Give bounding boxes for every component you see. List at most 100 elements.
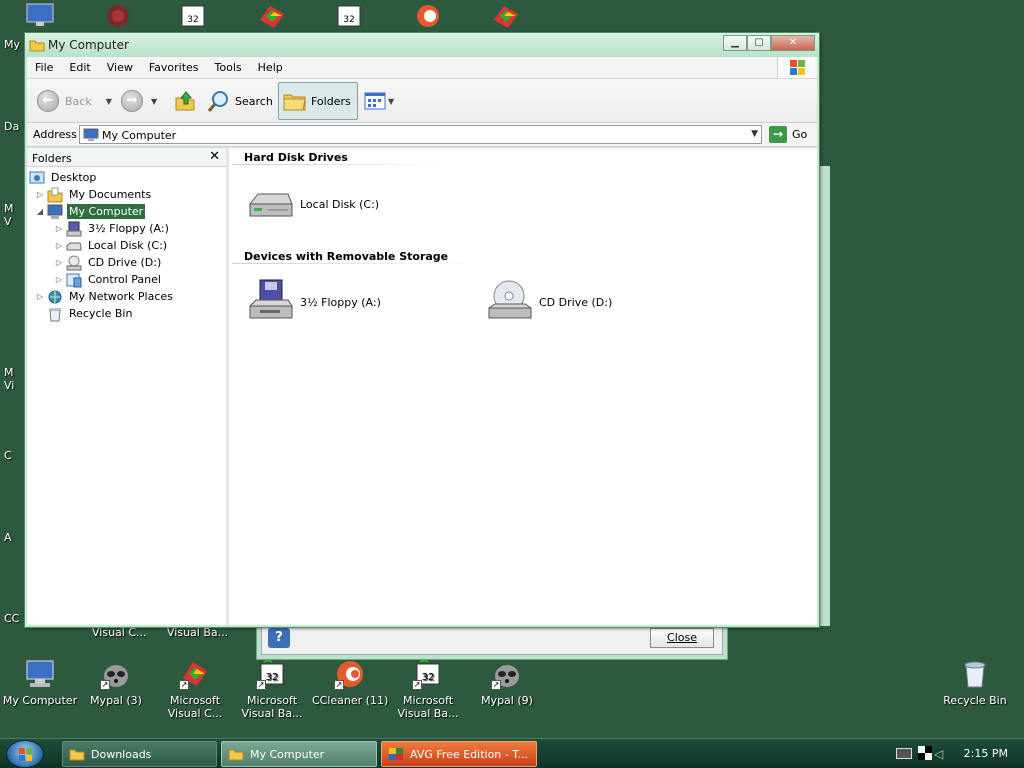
desk-ms-visual-basic-2[interactable]: 32 ↗ Microsoft Visual Ba... [390, 658, 466, 720]
tree-item-my-documents[interactable]: ▷ My Documents [35, 186, 153, 203]
expand-icon[interactable]: ▷ [54, 275, 64, 284]
top-visual-basic-icon-2[interactable]: 32 [334, 2, 366, 32]
speaker-icon[interactable]: ◁ [934, 747, 948, 761]
desk-label: Microsoft [246, 694, 298, 707]
dialog-close-button[interactable]: Close [650, 628, 714, 648]
chevron-down-icon[interactable]: ▼ [751, 129, 758, 139]
drive-floppy-a[interactable]: 3½ Floppy (A:) [246, 278, 381, 326]
task-downloads[interactable]: Downloads [62, 741, 217, 767]
hard-disk-icon [249, 193, 293, 217]
folder-icon [69, 749, 85, 761]
address-input[interactable]: My Computer ▼ [79, 125, 762, 144]
menu-help[interactable]: Help [250, 58, 291, 78]
drives-pane: Hard Disk Drives Local Disk (C:) Devices… [232, 148, 817, 625]
menu-file[interactable]: File [27, 58, 61, 78]
recycle-bin-icon [959, 658, 991, 690]
task-my-computer[interactable]: My Computer [221, 741, 377, 767]
expand-icon[interactable]: ▷ [35, 292, 45, 301]
tree-item-desktop[interactable]: Desktop [29, 169, 98, 186]
maximize-button[interactable]: ▢ [747, 35, 771, 51]
folders-icon [283, 94, 306, 111]
visual-basic-icon: 32 ↗ [256, 658, 288, 690]
start-button[interactable] [6, 740, 44, 768]
raccoon-icon: ↗ [491, 658, 523, 690]
top-ccleaner-icon[interactable] [412, 2, 444, 32]
shortcut-arrow-icon: ↗ [179, 680, 189, 690]
desk-mypal-9[interactable]: ↗ Mypal (9) [469, 658, 545, 707]
address-label: Address [33, 128, 77, 141]
expand-icon[interactable]: ▷ [54, 224, 64, 233]
folders-button[interactable]: Folders [278, 82, 358, 120]
desk-label: Microsoft [402, 694, 454, 707]
views-button[interactable]: ▼ [364, 83, 394, 119]
task-label: AVG Free Edition - T... [410, 747, 529, 761]
up-folder-button[interactable] [174, 83, 196, 119]
tree-item-cd-drive[interactable]: ▷ CD Drive (D:) [54, 254, 163, 271]
collapse-icon[interactable]: ◢ [35, 207, 45, 216]
expand-icon[interactable]: ▷ [35, 190, 45, 199]
tree-label: CD Drive (D:) [88, 256, 162, 269]
tree-item-local-disk[interactable]: ▷ Local Disk (C:) [54, 237, 169, 254]
tree-item-floppy[interactable]: ▷ 3½ Floppy (A:) [54, 220, 171, 237]
desk-ms-visual-basic-1[interactable]: 32 ↗ Microsoft Visual Ba... [234, 658, 310, 720]
menu-tools[interactable]: Tools [207, 58, 250, 78]
edge-label: M [4, 202, 14, 215]
top-computer-icon[interactable] [24, 2, 56, 32]
top-visual-basic-icon[interactable]: 32 [178, 2, 210, 32]
chevron-down-icon[interactable]: ▼ [106, 97, 112, 106]
recycle-bin-icon [49, 307, 61, 321]
folders-pane-title: Folders [32, 152, 72, 165]
desktop-icon [29, 171, 45, 183]
menu-favorites[interactable]: Favorites [141, 58, 207, 78]
search-label: Search [235, 94, 273, 108]
close-button[interactable]: ✕ [771, 35, 815, 51]
drive-cd-d[interactable]: CD Drive (D:) [485, 278, 612, 326]
floppy-drive-icon [249, 279, 293, 319]
tree-label: My Computer [67, 204, 146, 219]
top-visual-c-icon[interactable] [256, 2, 288, 32]
tree-item-control-panel[interactable]: ▷ Control Panel [54, 271, 163, 288]
chevron-down-icon[interactable]: ▼ [151, 97, 157, 106]
tree-item-my-computer[interactable]: ◢ My Computer [35, 203, 146, 220]
floppy-icon [66, 221, 82, 236]
menu-view[interactable]: View [99, 58, 141, 78]
keyboard-icon[interactable] [896, 748, 912, 759]
desk-recycle-bin[interactable]: Recycle Bin [937, 658, 1013, 707]
title-bar[interactable]: My Computer ▁ ▢ ✕ [25, 33, 819, 57]
network-status-icon[interactable] [918, 746, 932, 760]
tree-item-recycle-bin[interactable]: Recycle Bin [35, 305, 134, 322]
desk-my-computer[interactable]: My Computer [2, 658, 78, 707]
tree-item-network-places[interactable]: ▷ My Network Places [35, 288, 175, 305]
folders-label: Folders [311, 94, 351, 108]
shortcut-arrow-icon: ↗ [412, 680, 422, 690]
search-button[interactable]: Search [207, 83, 273, 119]
desk-mypal-3[interactable]: ↗ Mypal (3) [78, 658, 154, 707]
visual-c-icon: ↗ [179, 658, 211, 690]
help-icon[interactable]: ? [268, 628, 290, 648]
desk-label-line2: Visual Ba... [241, 707, 303, 720]
expand-icon[interactable]: ▷ [54, 241, 64, 250]
minimize-button[interactable]: ▁ [723, 35, 747, 51]
desk-ms-visual-c[interactable]: ↗ Microsoft Visual C... [157, 658, 233, 720]
task-avg[interactable]: AVG Free Edition - T... [381, 741, 537, 767]
avg-icon [389, 748, 403, 760]
top-visual-c-icon-2[interactable] [490, 2, 522, 32]
chevron-down-icon[interactable]: ▼ [388, 97, 394, 106]
expand-icon[interactable]: ▷ [54, 258, 64, 267]
drive-label: 3½ Floppy (A:) [300, 295, 381, 309]
menu-edit[interactable]: Edit [61, 58, 98, 78]
svg-text:32: 32 [343, 15, 354, 25]
clock[interactable]: 2:15 PM [964, 747, 1008, 760]
edge-label: C [4, 449, 12, 462]
forward-button[interactable]: → ▼ [121, 83, 157, 119]
close-icon[interactable]: ✕ [209, 149, 220, 164]
tree-label: My Documents [69, 188, 152, 201]
windows-logo-icon [777, 57, 815, 78]
shortcut-arrow-icon: ↗ [334, 680, 344, 690]
go-button[interactable]: → Go [769, 125, 807, 144]
top-virus-icon[interactable] [102, 2, 134, 32]
desk-ccleaner[interactable]: ↗ CCleaner (11) [312, 658, 388, 707]
back-button[interactable]: ← Back ▼ [37, 83, 112, 119]
drive-local-disk-c[interactable]: Local Disk (C:) [246, 180, 379, 228]
edge-label: M [4, 366, 14, 379]
